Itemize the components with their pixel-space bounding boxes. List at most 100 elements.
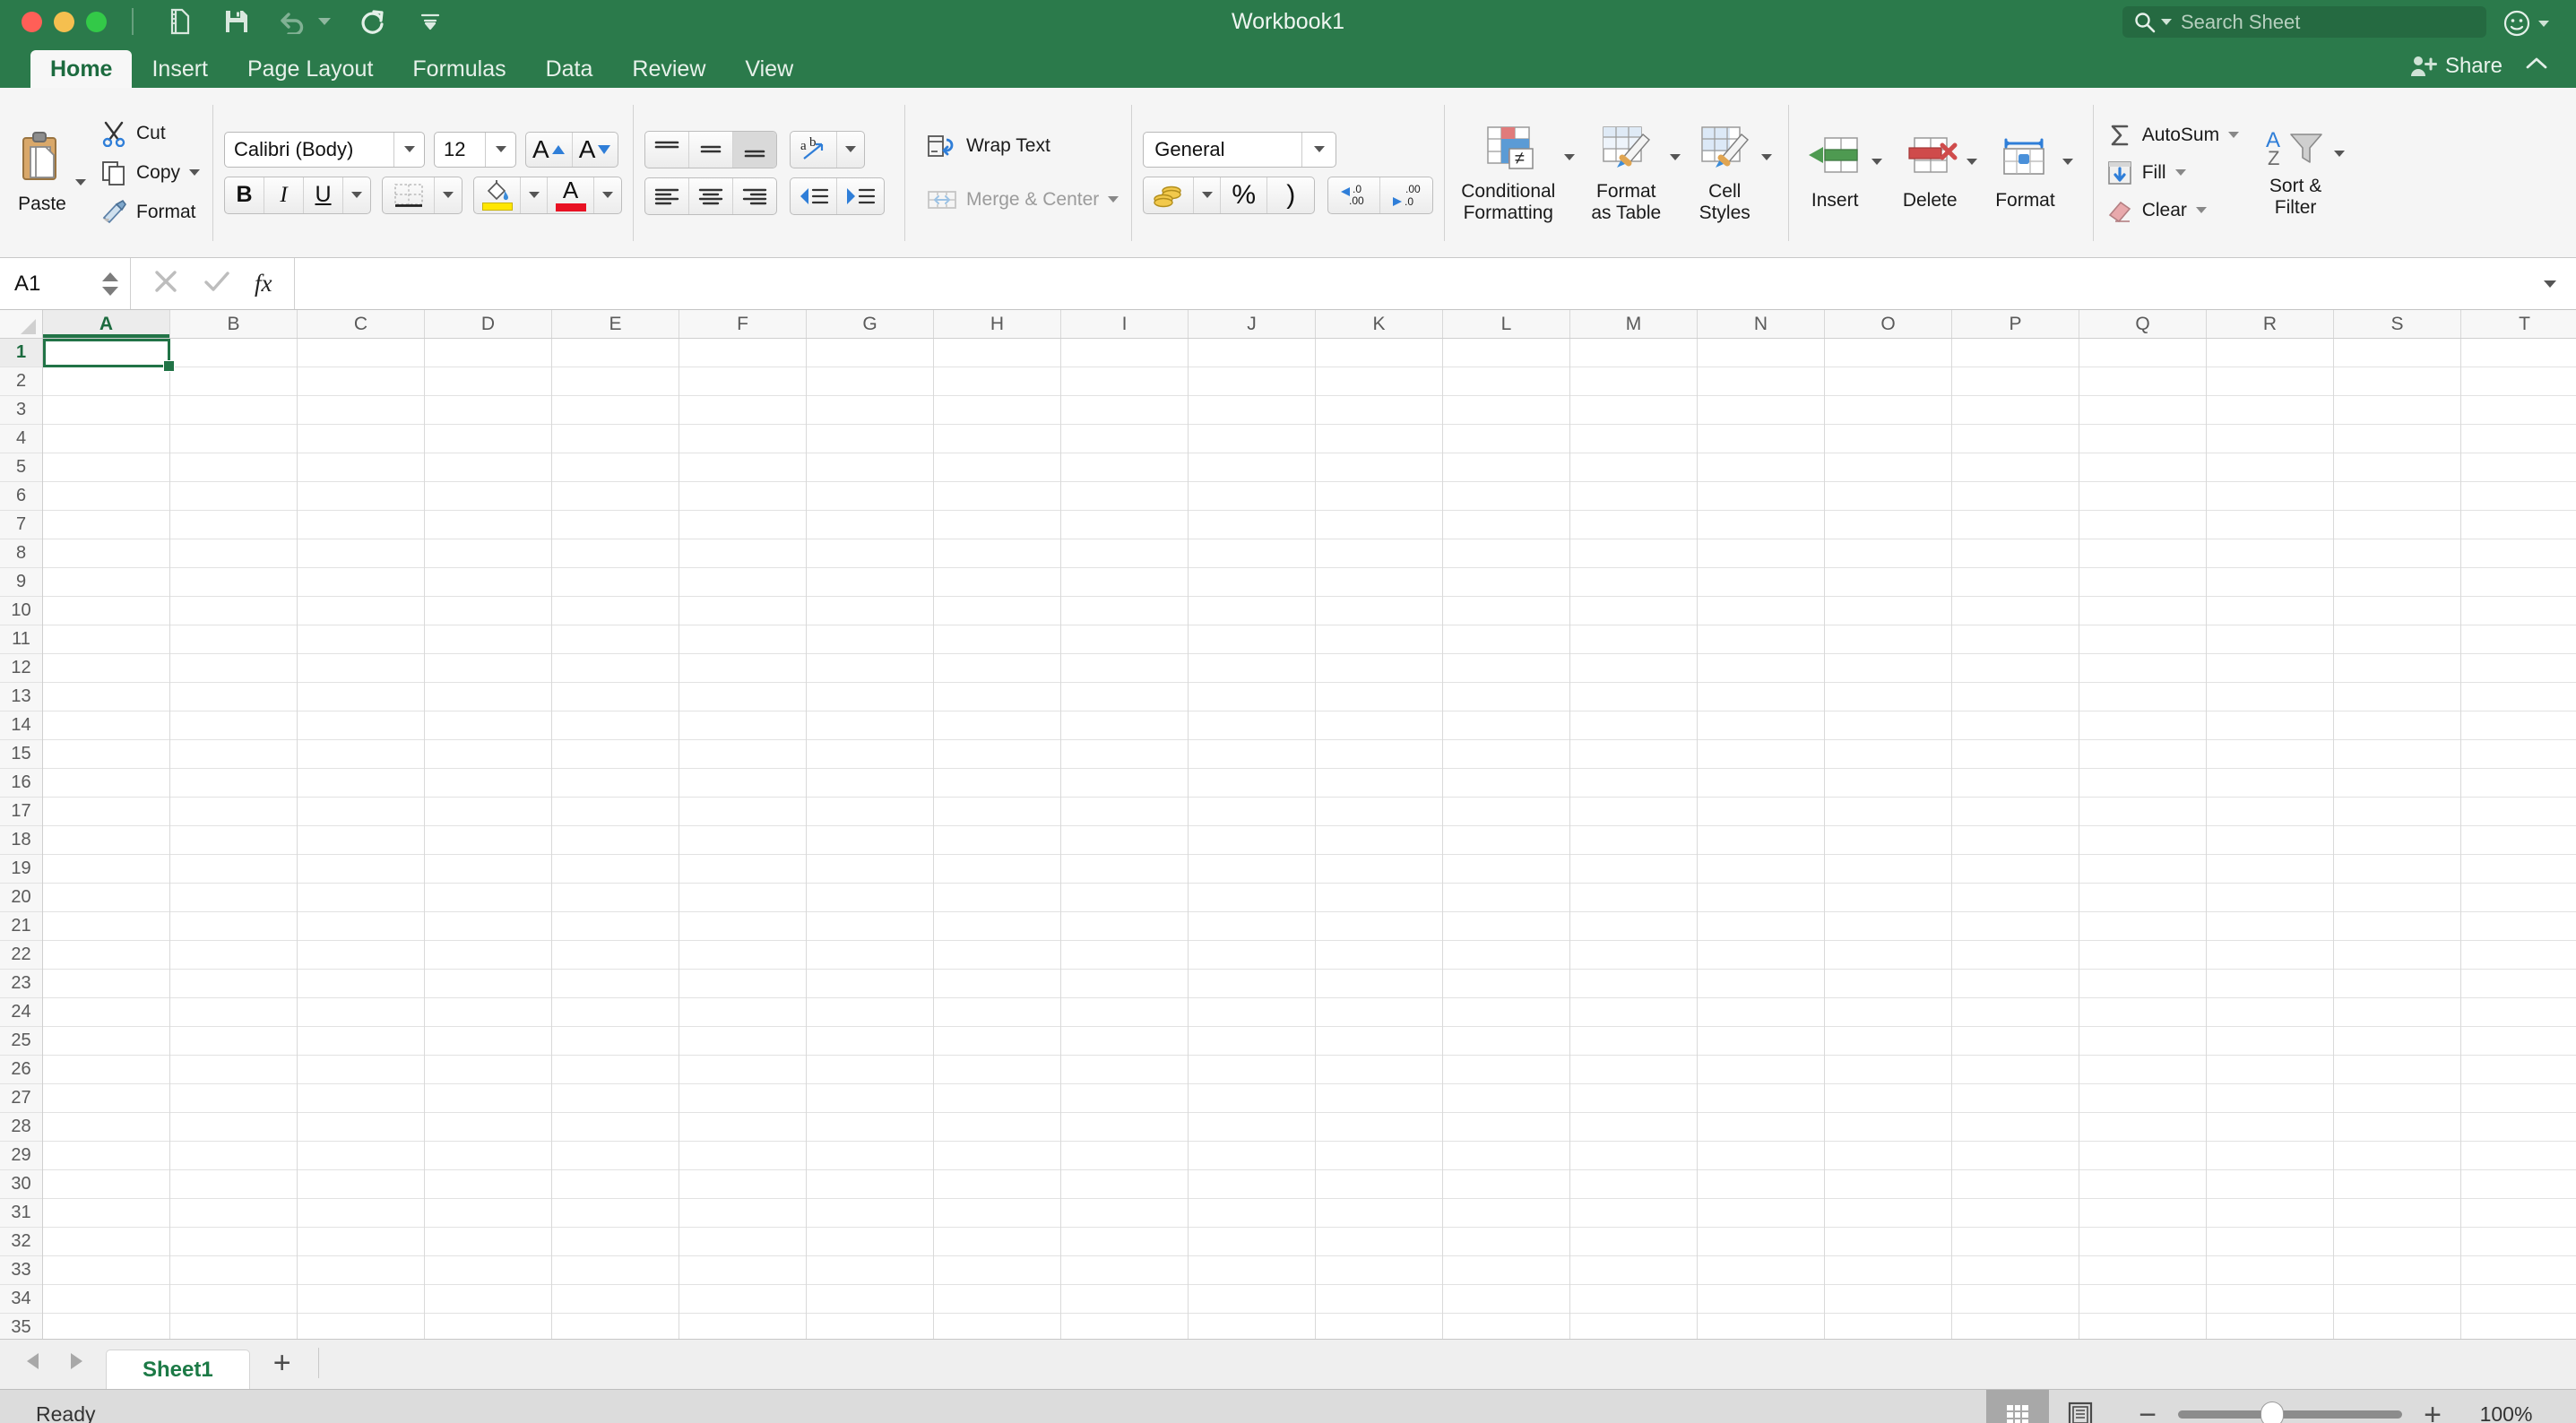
bold-button[interactable]: B (225, 177, 265, 213)
column-header-l[interactable]: L (1443, 310, 1570, 338)
tab-insert[interactable]: Insert (132, 50, 228, 88)
wrap-text-button[interactable]: Wrap Text (925, 131, 1120, 161)
column-header-c[interactable]: C (298, 310, 425, 338)
normal-view-button[interactable] (1986, 1390, 2050, 1423)
row-header-1[interactable]: 1 (0, 339, 42, 367)
row-header-34[interactable]: 34 (0, 1285, 42, 1314)
font-size-select[interactable]: 12 (434, 131, 517, 168)
row-header-29[interactable]: 29 (0, 1142, 42, 1170)
column-header-i[interactable]: I (1061, 310, 1189, 338)
row-header-8[interactable]: 8 (0, 539, 42, 568)
conditional-formatting-caret[interactable] (1564, 154, 1576, 160)
column-header-b[interactable]: B (170, 310, 298, 338)
row-header-6[interactable]: 6 (0, 482, 42, 511)
row-header-27[interactable]: 27 (0, 1084, 42, 1113)
font-color-button[interactable]: A (548, 177, 595, 213)
align-right-button[interactable] (733, 178, 776, 214)
borders-button[interactable] (383, 177, 436, 213)
conditional-formatting-button[interactable]: ≠ Conditional Formatting (1456, 120, 1560, 225)
increase-decimal-button[interactable]: .0.00 (1328, 177, 1381, 213)
fill-button[interactable]: Fill (2105, 157, 2241, 189)
name-box[interactable]: A1 (0, 258, 131, 309)
zoom-in-button[interactable]: + (2424, 1400, 2442, 1423)
page-layout-view-button[interactable] (2049, 1390, 2112, 1423)
font-family-caret[interactable] (393, 132, 424, 167)
redo-icon[interactable] (358, 6, 388, 37)
row-header-3[interactable]: 3 (0, 396, 42, 425)
format-as-table-caret[interactable] (1670, 154, 1681, 160)
paste-button[interactable]: Paste (11, 129, 73, 217)
align-middle-button[interactable] (689, 131, 734, 168)
row-header-33[interactable]: 33 (0, 1256, 42, 1285)
borders-dropdown-caret[interactable] (435, 177, 462, 213)
undo-dropdown-caret[interactable] (318, 18, 331, 25)
delete-cells-button[interactable]: Delete (1895, 133, 1965, 213)
row-header-24[interactable]: 24 (0, 998, 42, 1027)
row-header-12[interactable]: 12 (0, 654, 42, 683)
row-header-25[interactable]: 25 (0, 1027, 42, 1056)
zoom-slider[interactable] (2178, 1401, 2403, 1423)
clear-caret[interactable] (2195, 207, 2207, 213)
column-header-h[interactable]: H (934, 310, 1061, 338)
align-center-button[interactable] (689, 177, 734, 214)
cut-button[interactable]: Cut (99, 117, 202, 150)
font-family-select[interactable]: Calibri (Body) (224, 131, 426, 168)
format-as-table-button[interactable]: Format as Table (1586, 120, 1666, 225)
sort-filter-button[interactable]: A Z Sort & Filter (2259, 125, 2332, 220)
row-header-14[interactable]: 14 (0, 712, 42, 740)
copy-button[interactable]: Copy (99, 157, 202, 189)
customize-toolbar-icon[interactable] (415, 6, 445, 37)
column-header-r[interactable]: R (2207, 310, 2334, 338)
align-top-button[interactable] (645, 131, 690, 168)
add-sheet-button[interactable]: + (250, 1348, 315, 1389)
format-cells-caret[interactable] (2062, 159, 2073, 165)
number-format-caret[interactable] (1301, 132, 1336, 167)
align-left-button[interactable] (645, 177, 690, 214)
align-bottom-button[interactable] (733, 131, 777, 168)
paste-dropdown-caret[interactable] (75, 179, 86, 185)
row-header-2[interactable]: 2 (0, 367, 42, 396)
search-sheet-input[interactable]: Search Sheet (2122, 6, 2486, 38)
undo-icon[interactable] (279, 6, 309, 37)
row-header-18[interactable]: 18 (0, 826, 42, 855)
column-header-j[interactable]: J (1189, 310, 1316, 338)
tab-view[interactable]: View (725, 50, 813, 88)
tab-formulas[interactable]: Formulas (393, 50, 525, 88)
column-header-n[interactable]: N (1698, 310, 1825, 338)
column-header-f[interactable]: F (679, 310, 807, 338)
cell-styles-caret[interactable] (1761, 154, 1773, 160)
grid-cells[interactable] (43, 339, 2576, 1339)
minimize-window-button[interactable] (54, 11, 74, 32)
column-header-a[interactable]: A (43, 310, 170, 338)
accounting-caret[interactable] (1194, 177, 1222, 213)
percent-format-button[interactable]: % (1221, 177, 1268, 213)
column-header-s[interactable]: S (2334, 310, 2461, 338)
autosum-caret[interactable] (2228, 132, 2240, 138)
fill-color-button[interactable] (474, 177, 522, 213)
row-header-7[interactable]: 7 (0, 511, 42, 539)
row-header-20[interactable]: 20 (0, 884, 42, 912)
sort-filter-caret[interactable] (2334, 151, 2346, 157)
row-header-17[interactable]: 17 (0, 798, 42, 826)
account-menu[interactable] (2502, 8, 2549, 39)
zoom-out-button[interactable]: − (2139, 1400, 2157, 1423)
column-header-d[interactable]: D (425, 310, 552, 338)
column-header-g[interactable]: G (807, 310, 934, 338)
row-header-4[interactable]: 4 (0, 425, 42, 453)
underline-button[interactable]: U (304, 177, 344, 213)
font-color-caret[interactable] (594, 177, 621, 213)
fill-caret[interactable] (2174, 169, 2186, 176)
save-icon[interactable] (221, 6, 252, 37)
insert-function-button[interactable]: fx (255, 270, 272, 298)
cell-styles-button[interactable]: Cell Styles (1691, 120, 1758, 225)
row-header-28[interactable]: 28 (0, 1113, 42, 1142)
row-header-19[interactable]: 19 (0, 855, 42, 884)
decrease-decimal-button[interactable]: .00.0 (1380, 177, 1432, 213)
collapse-ribbon-button[interactable] (2524, 55, 2549, 77)
text-orientation-button[interactable]: ab (791, 131, 838, 168)
selected-cell-a1[interactable] (43, 339, 170, 367)
row-header-30[interactable]: 30 (0, 1170, 42, 1199)
name-box-spinner[interactable] (101, 272, 119, 297)
merge-center-button[interactable]: Merge & Center (925, 185, 1120, 215)
share-button[interactable]: Share (2410, 54, 2503, 79)
